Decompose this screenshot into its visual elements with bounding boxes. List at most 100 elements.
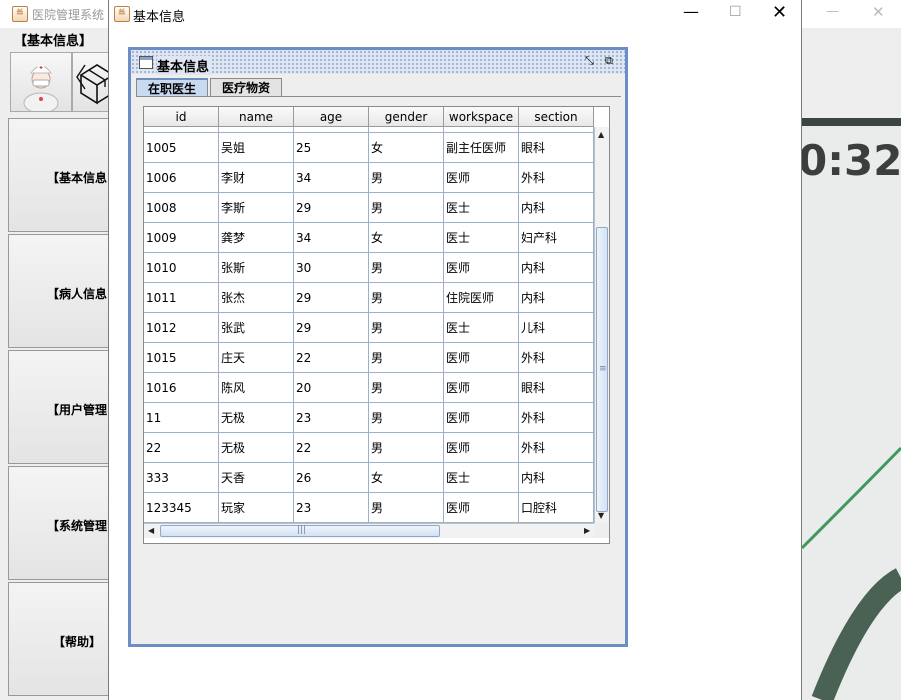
column-header-id[interactable]: id (144, 107, 219, 127)
column-header-section[interactable]: section (519, 107, 594, 127)
doctor-toolbar-button[interactable] (10, 52, 72, 114)
table-cell-section[interactable]: 外科 (519, 433, 594, 463)
vertical-scrollbar[interactable]: ▲ ≡ ▼ (594, 127, 609, 523)
table-row[interactable]: 1012 张武 29 男医士 儿科 (144, 313, 594, 343)
scroll-left-arrow-icon[interactable]: ◀ (148, 526, 154, 535)
table-cell-id[interactable]: 1010 (144, 253, 219, 283)
table-cell-id[interactable]: 1015 (144, 343, 219, 373)
table-cell-id[interactable]: 11 (144, 403, 219, 433)
table-cell-section[interactable]: 外科 (519, 403, 594, 433)
maximize-icon[interactable]: ⧉ (605, 55, 617, 67)
table-cell-name[interactable]: 天香 (219, 463, 294, 493)
table-cell-section[interactable]: 眼科 (519, 133, 594, 163)
table-row[interactable]: 22 无极 22 男医师 外科 (144, 433, 594, 463)
table-cell-workspace[interactable]: 医士 (444, 463, 519, 493)
table-row[interactable]: 1016 陈风 20 男医师 眼科 (144, 373, 594, 403)
table-cell-workspace[interactable]: 医师 (444, 163, 519, 193)
tab-medical-supplies[interactable]: 医疗物资 (210, 78, 282, 97)
table-cell-id[interactable]: 1006 (144, 163, 219, 193)
table-row[interactable]: 1006 李财 34 男医师 外科 (144, 163, 594, 193)
dialog-maximize-button[interactable]: ☐ (729, 4, 742, 20)
table-cell-gender[interactable]: 男 (369, 253, 444, 283)
table-cell-age[interactable]: 23 (294, 493, 369, 523)
table-cell-section[interactable]: 口腔科 (519, 493, 594, 523)
dialog-minimize-button[interactable]: — (683, 2, 699, 21)
table-row[interactable]: 1008 李斯 29 男医士 内科 (144, 193, 594, 223)
table-cell-gender[interactable]: 男 (369, 493, 444, 523)
table-cell-gender[interactable]: 女 (369, 223, 444, 253)
table-cell-id[interactable]: 1012 (144, 313, 219, 343)
table-cell-name[interactable]: 无极 (219, 433, 294, 463)
table-cell-name[interactable]: 龚梦 (219, 223, 294, 253)
supplies-toolbar-button[interactable] (72, 52, 113, 112)
table-row[interactable]: 1010 张斯 30 男医师 内科 (144, 253, 594, 283)
table-cell-section[interactable]: 外科 (519, 163, 594, 193)
table-cell-gender[interactable]: 男 (369, 373, 444, 403)
table-cell-name[interactable]: 张斯 (219, 253, 294, 283)
horizontal-scroll-thumb[interactable]: ||| (160, 525, 440, 537)
table-cell-workspace[interactable]: 医师 (444, 493, 519, 523)
table-cell-gender[interactable]: 男 (369, 313, 444, 343)
horizontal-scrollbar[interactable]: ◀ ||| ▶ (144, 523, 594, 538)
restore-icon[interactable]: ⤡ (585, 55, 597, 67)
table-cell-id[interactable]: 1016 (144, 373, 219, 403)
table-cell-section[interactable]: 儿科 (519, 313, 594, 343)
table-cell-age[interactable]: 34 (294, 163, 369, 193)
table-cell-age[interactable]: 26 (294, 463, 369, 493)
table-row[interactable]: 333 天香 26 女医士 内科 (144, 463, 594, 493)
table-cell-section[interactable]: 内科 (519, 253, 594, 283)
table-cell-workspace[interactable]: 医士 (444, 193, 519, 223)
sidebar-system-management-button[interactable]: 【系统管理 (8, 466, 118, 580)
table-cell-name[interactable]: 张武 (219, 313, 294, 343)
table-cell-workspace[interactable]: 医士 (444, 313, 519, 343)
table-cell-section[interactable]: 外科 (519, 343, 594, 373)
table-cell-age[interactable]: 22 (294, 343, 369, 373)
table-cell-workspace[interactable]: 医师 (444, 403, 519, 433)
table-cell-age[interactable]: 25 (294, 133, 369, 163)
main-menu-label[interactable]: 【基本信息】 (14, 30, 92, 49)
internal-frame-title-bar[interactable]: 基本信息 ⤡ ⧉ (131, 50, 625, 75)
table-cell-workspace[interactable]: 医师 (444, 253, 519, 283)
main-app-close-button[interactable]: ✕ (872, 3, 885, 21)
table-cell-workspace[interactable]: 医师 (444, 343, 519, 373)
table-cell-name[interactable]: 张杰 (219, 283, 294, 313)
table-cell-name[interactable]: 李斯 (219, 193, 294, 223)
sidebar-patient-info-button[interactable]: 【病人信息 (8, 234, 118, 348)
table-cell-name[interactable]: 玩家 (219, 493, 294, 523)
table-cell-id[interactable]: 1009 (144, 223, 219, 253)
table-cell-workspace[interactable]: 医师 (444, 373, 519, 403)
table-cell-id[interactable]: 22 (144, 433, 219, 463)
sidebar-user-management-button[interactable]: 【用户管理 (8, 350, 118, 464)
table-cell-id[interactable]: 1011 (144, 283, 219, 313)
tab-doctors[interactable]: 在职医生 (136, 78, 208, 97)
table-cell-gender[interactable]: 男 (369, 403, 444, 433)
table-cell-id[interactable]: 333 (144, 463, 219, 493)
table-row[interactable]: 1015 庄天 22 男医师 外科 (144, 343, 594, 373)
table-cell-name[interactable]: 李财 (219, 163, 294, 193)
table-cell-id[interactable]: 1005 (144, 133, 219, 163)
table-cell-gender[interactable]: 男 (369, 343, 444, 373)
table-cell-section[interactable]: 眼科 (519, 373, 594, 403)
table-cell-section[interactable]: 内科 (519, 463, 594, 493)
table-cell-workspace[interactable]: 副主任医师 (444, 133, 519, 163)
table-cell-age[interactable]: 20 (294, 373, 369, 403)
table-cell-gender[interactable]: 男 (369, 283, 444, 313)
table-cell-section[interactable]: 妇产科 (519, 223, 594, 253)
table-cell-name[interactable]: 吴姐 (219, 133, 294, 163)
sidebar-help-button[interactable]: 【帮助】 (8, 582, 118, 696)
table-row[interactable]: 1011 张杰 29 男住院医师 内科 (144, 283, 594, 313)
table-cell-age[interactable]: 29 (294, 283, 369, 313)
table-cell-age[interactable]: 34 (294, 223, 369, 253)
table-cell-section[interactable]: 内科 (519, 283, 594, 313)
scroll-right-arrow-icon[interactable]: ▶ (584, 526, 590, 535)
table-cell-name[interactable]: 无极 (219, 403, 294, 433)
table-cell-age[interactable]: 29 (294, 193, 369, 223)
table-row[interactable]: 1009 龚梦 34 女医士 妇产科 (144, 223, 594, 253)
table-cell-section[interactable]: 内科 (519, 193, 594, 223)
dialog-close-button[interactable]: ✕ (772, 2, 787, 23)
column-header-name[interactable]: name (219, 107, 294, 127)
table-cell-id[interactable]: 123345 (144, 493, 219, 523)
table-cell-gender[interactable]: 男 (369, 193, 444, 223)
table-cell-id[interactable]: 1008 (144, 193, 219, 223)
scroll-down-arrow-icon[interactable]: ▼ (598, 511, 604, 520)
